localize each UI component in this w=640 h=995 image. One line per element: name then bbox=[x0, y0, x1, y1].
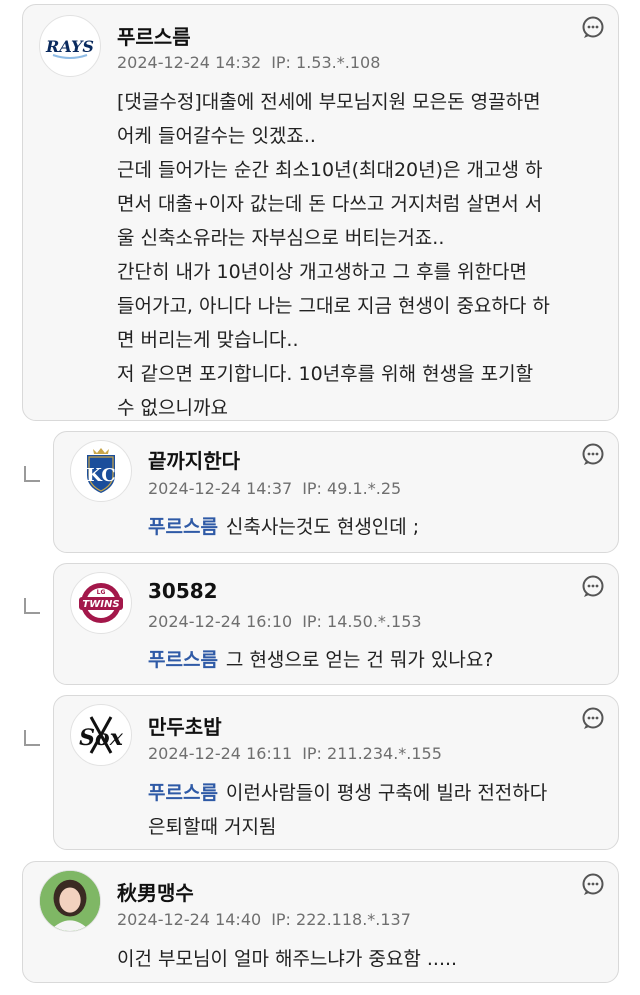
comment-date: 2024-12-24 14:32 bbox=[117, 53, 262, 72]
comment-date: 2024-12-24 16:10 bbox=[148, 612, 293, 631]
mention-link[interactable]: 푸르스름 bbox=[148, 649, 218, 671]
comment-line: 면서 대출+이자 값는데 돈 다쓰고 거지처럼 살면서 서 bbox=[117, 193, 543, 215]
comment-line: 은퇴할때 거지됨 bbox=[148, 816, 277, 838]
author-nickname[interactable]: 만두초밥 bbox=[148, 711, 222, 740]
comment-ip: IP: 14.50.*.153 bbox=[302, 612, 422, 631]
speech-bubble-icon[interactable] bbox=[581, 574, 605, 598]
reply-card: TWINS LG 30582 2024-12-24 16:10 IP: 14.50… bbox=[53, 563, 619, 685]
comment-line: 들어가고, 아니다 나는 그대로 지금 현생이 중요하다 하 bbox=[117, 295, 550, 317]
comment-line: 수 없으니까요 bbox=[117, 397, 228, 419]
reply-arrow-icon bbox=[24, 466, 40, 482]
comment-line: 푸르스름 신축사는것도 현생인데 ; bbox=[148, 510, 419, 544]
avatar[interactable]: Sox bbox=[70, 704, 132, 766]
comment-ip: IP: 211.234.*.155 bbox=[302, 744, 442, 763]
comment-body: 푸르스름 이런사람들이 평생 구축에 빌라 전전하다 은퇴할때 거지됨 bbox=[148, 776, 547, 844]
comment-meta: 2024-12-24 16:11 IP: 211.234.*.155 bbox=[148, 744, 442, 763]
comment-body: [댓글수정]대출에 전세에 부모님지원 모은돈 영끌하면 어케 들어갈수는 잇겠… bbox=[117, 85, 550, 425]
rays-logo-icon: RAYS bbox=[45, 37, 94, 59]
royals-logo-text: KC bbox=[86, 465, 116, 486]
avatar[interactable]: KC bbox=[70, 440, 132, 502]
comment-body: 푸르스름 신축사는것도 현생인데 ; bbox=[148, 510, 419, 544]
comment-ip: IP: 222.118.*.137 bbox=[271, 910, 411, 929]
author-nickname[interactable]: 끝까지한다 bbox=[148, 445, 240, 474]
twins-logo-subtext: LG bbox=[97, 589, 106, 596]
comment-line: [댓글수정]대출에 전세에 부모님지원 모은돈 영끌하면 bbox=[117, 91, 541, 113]
royals-logo-icon: KC bbox=[72, 442, 130, 500]
comment-date: 2024-12-24 14:40 bbox=[117, 910, 262, 929]
comment-meta: 2024-12-24 16:10 IP: 14.50.*.153 bbox=[148, 612, 422, 631]
twins-logo-icon: TWINS LG bbox=[72, 574, 130, 632]
speech-bubble-icon[interactable] bbox=[581, 706, 605, 730]
comment-ip: IP: 1.53.*.108 bbox=[271, 53, 381, 72]
comment-card: 秋男맹수 2024-12-24 14:40 IP: 222.118.*.137 이… bbox=[22, 861, 619, 983]
rays-logo-text: RAYS bbox=[45, 37, 94, 56]
profile-photo-icon bbox=[40, 871, 100, 931]
comment-text: 이런사람들이 평생 구축에 빌라 전전하다 bbox=[225, 782, 548, 804]
comment-line: 간단히 내가 10년이상 개고생하고 그 후를 위한다면 bbox=[117, 261, 528, 283]
comment-meta: 2024-12-24 14:37 IP: 49.1.*.25 bbox=[148, 479, 401, 498]
comment-line: 저 같으면 포기합니다. 10년후를 위해 현생을 포기할 bbox=[117, 363, 534, 385]
comment-line: 면 버리는게 맞습니다.. bbox=[117, 329, 299, 351]
comment-line: 어케 들어갈수는 잇겠죠.. bbox=[117, 125, 316, 147]
comment-line: 이건 부모님이 얼마 해주느냐가 중요함 ..... bbox=[117, 948, 458, 970]
twins-logo-text: TWINS bbox=[82, 599, 119, 610]
author-nickname[interactable]: 30582 bbox=[148, 579, 218, 603]
avatar[interactable] bbox=[39, 870, 101, 932]
reply-arrow-icon bbox=[24, 730, 40, 746]
comment-line: 울 신축소유라는 자부심으로 버티는거죠.. bbox=[117, 227, 445, 249]
comment-line: 푸르스름 이런사람들이 평생 구축에 빌라 전전하다 bbox=[148, 776, 547, 810]
comment-meta: 2024-12-24 14:40 IP: 222.118.*.137 bbox=[117, 910, 411, 929]
author-nickname[interactable]: 푸르스름 bbox=[117, 21, 191, 50]
comment-card: RAYS 푸르스름 2024-12-24 14:32 IP: 1.53.*.108… bbox=[22, 4, 619, 421]
avatar[interactable]: TWINS LG bbox=[70, 572, 132, 634]
speech-bubble-icon[interactable] bbox=[581, 442, 605, 466]
comment-date: 2024-12-24 16:11 bbox=[148, 744, 293, 763]
comment-date: 2024-12-24 14:37 bbox=[148, 479, 293, 498]
speech-bubble-icon[interactable] bbox=[581, 15, 605, 39]
comment-body: 이건 부모님이 얼마 해주느냐가 중요함 ..... bbox=[117, 942, 457, 976]
comment-meta: 2024-12-24 14:32 IP: 1.53.*.108 bbox=[117, 53, 380, 72]
comment-text: 그 현생으로 얻는 건 뭐가 있나요? bbox=[225, 649, 494, 671]
reply-card: Sox 만두초밥 2024-12-24 16:11 IP: 211.234.*.1… bbox=[53, 695, 619, 850]
mention-link[interactable]: 푸르스름 bbox=[148, 782, 218, 804]
reply-card: KC 끝까지한다 2024-12-24 14:37 IP: 49.1.*.25 푸… bbox=[53, 431, 619, 553]
comment-text: 신축사는것도 현생인데 ; bbox=[225, 516, 420, 538]
author-nickname[interactable]: 秋男맹수 bbox=[117, 877, 194, 906]
comment-ip: IP: 49.1.*.25 bbox=[302, 479, 402, 498]
avatar[interactable]: RAYS bbox=[39, 15, 101, 77]
white-sox-logo-icon: Sox bbox=[72, 706, 130, 764]
speech-bubble-icon[interactable] bbox=[581, 872, 605, 896]
comment-line: 푸르스름 그 현생으로 얻는 건 뭐가 있나요? bbox=[148, 643, 493, 677]
comment-body: 푸르스름 그 현생으로 얻는 건 뭐가 있나요? bbox=[148, 643, 493, 677]
reply-arrow-icon bbox=[24, 598, 40, 614]
mention-link[interactable]: 푸르스름 bbox=[148, 516, 218, 538]
comment-line: 근데 들어가는 순간 최소10년(최대20년)은 개고생 하 bbox=[117, 159, 543, 181]
